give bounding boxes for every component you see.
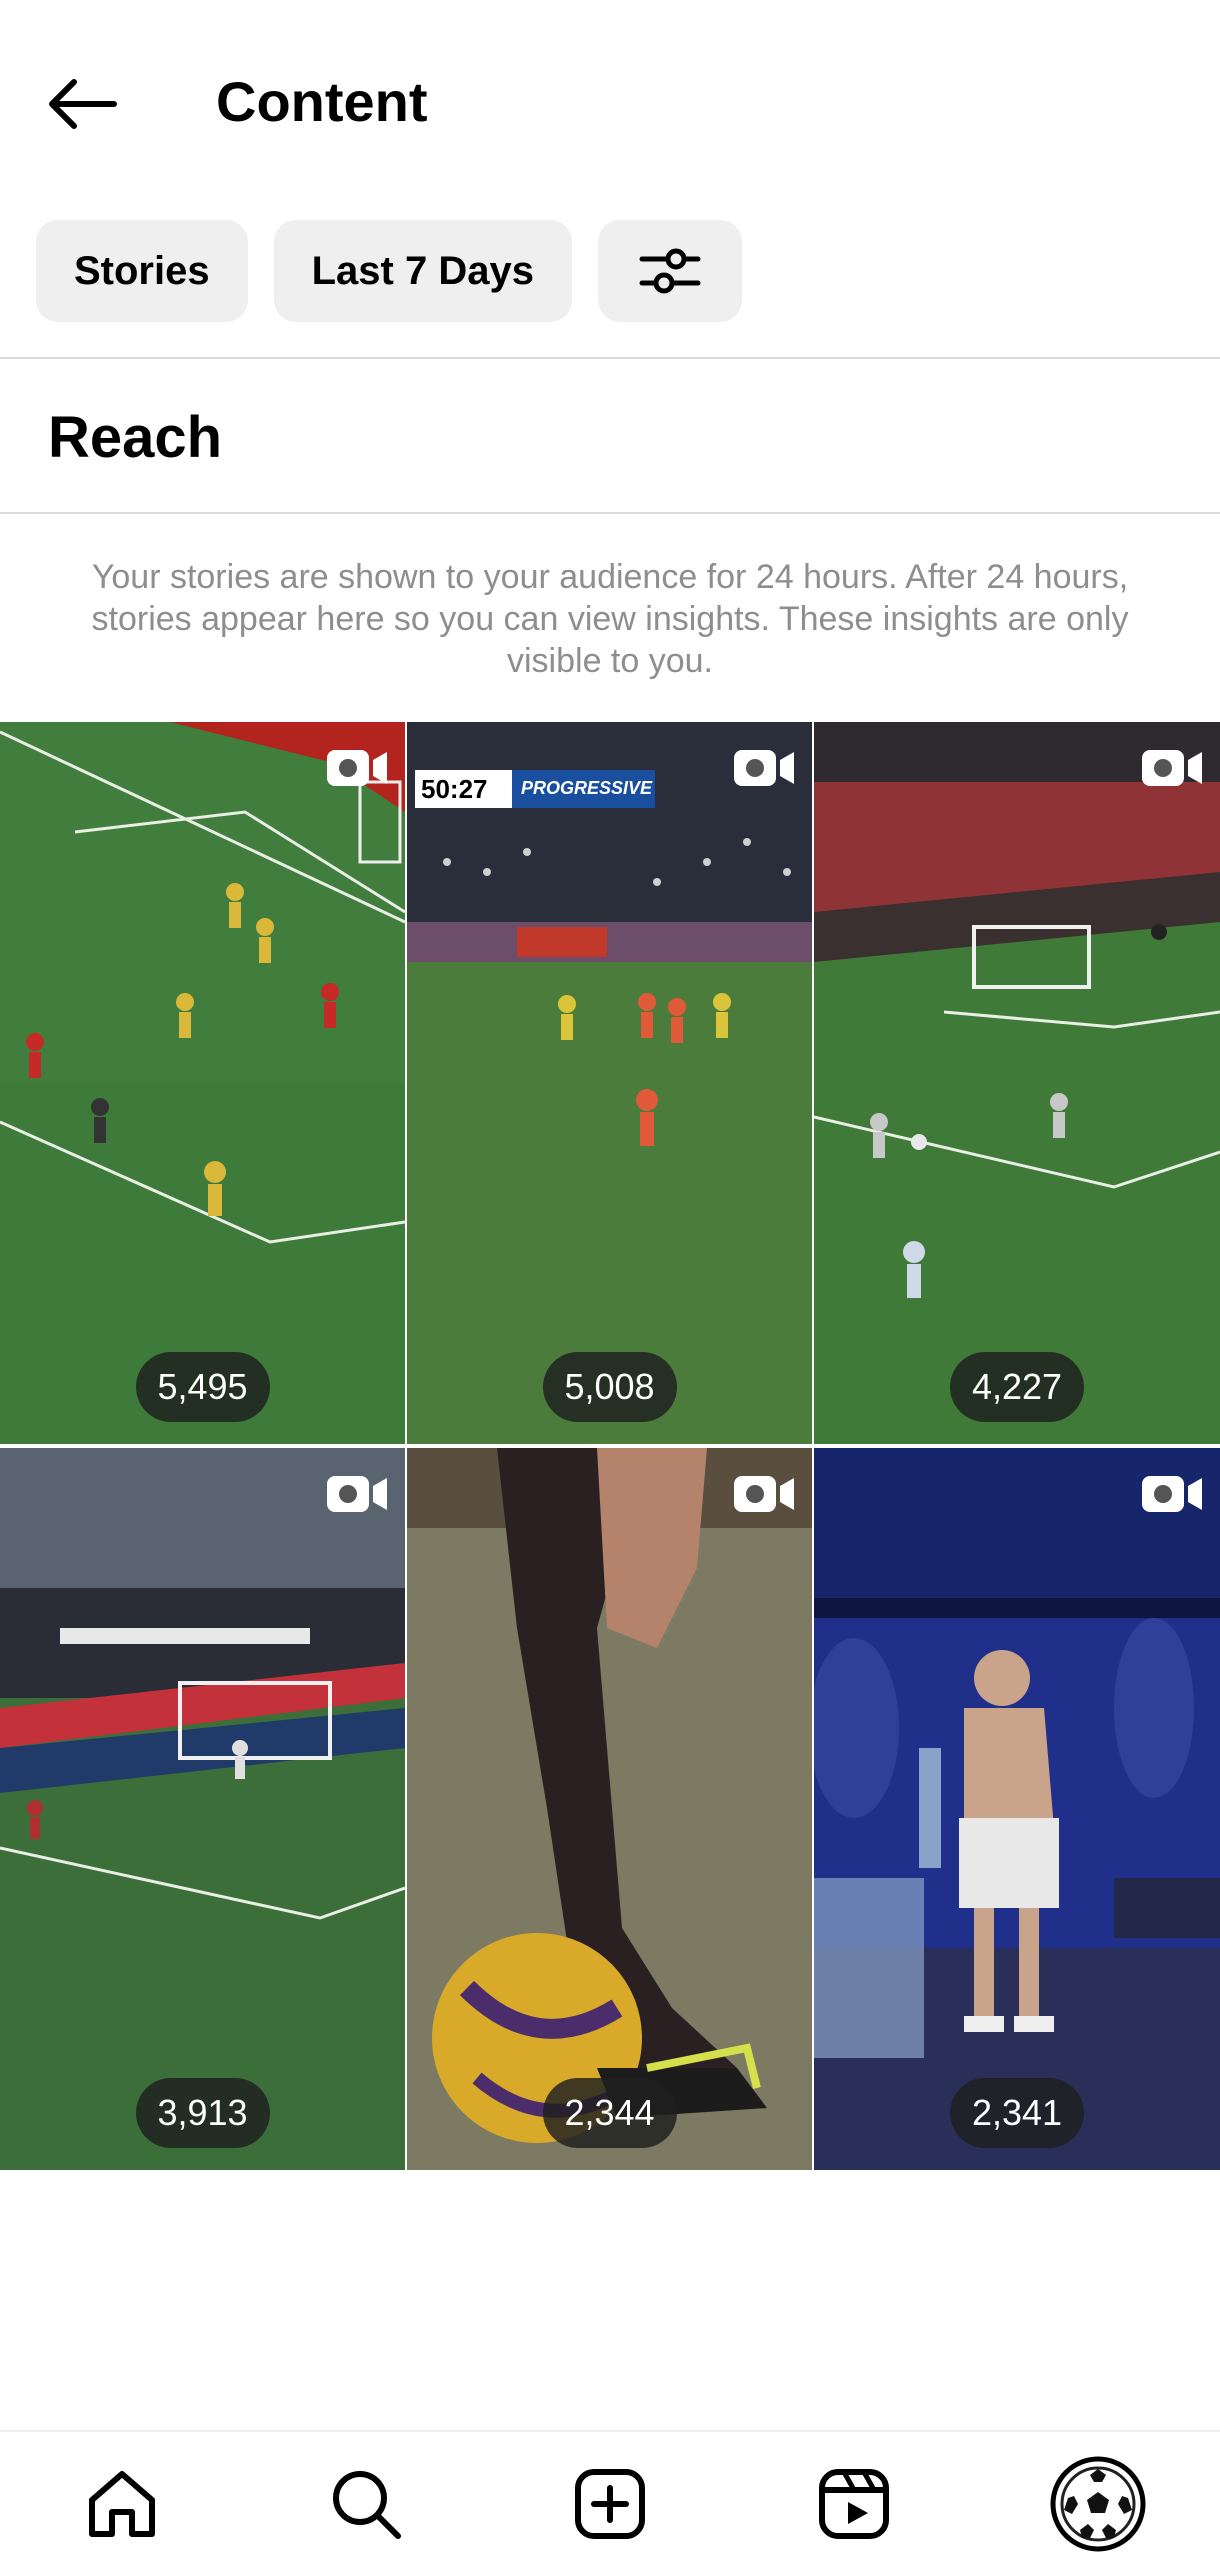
stories-grid: 5,495 50:27 PROGRESSIVE 5,008 4,227 3,91…: [0, 722, 1220, 2170]
bottom-nav: [0, 2430, 1220, 2574]
scoreboard-sponsor: PROGRESSIVE: [521, 778, 653, 798]
reach-count-badge: 5,008: [542, 1352, 677, 1422]
nav-home[interactable]: [78, 2460, 166, 2548]
story-tile[interactable]: 4,227: [814, 722, 1220, 1444]
reach-count-badge: 2,344: [542, 2078, 677, 2148]
nav-create[interactable]: [566, 2460, 654, 2548]
filter-settings-button[interactable]: [597, 220, 742, 322]
sliders-icon: [639, 248, 701, 294]
reach-count-badge: 2,341: [950, 2078, 1084, 2148]
date-range-chip[interactable]: Last 7 Days: [273, 220, 572, 322]
video-camera-icon: [1142, 750, 1202, 786]
video-camera-icon: [734, 1476, 794, 1512]
back-button[interactable]: [44, 64, 124, 144]
story-thumbnail: [407, 1448, 812, 2170]
nav-reels[interactable]: [810, 2460, 898, 2548]
filter-bar: Stories Last 7 Days: [36, 220, 742, 322]
plus-square-icon: [575, 2469, 645, 2539]
divider: [0, 512, 1220, 514]
story-thumbnail: [814, 1448, 1220, 2170]
home-icon: [89, 2471, 155, 2537]
nav-search[interactable]: [322, 2460, 410, 2548]
story-tile[interactable]: 50:27 PROGRESSIVE 5,008: [407, 722, 812, 1444]
divider: [0, 357, 1220, 359]
reach-count-badge: 5,495: [135, 1352, 270, 1422]
story-tile[interactable]: 5,495: [0, 722, 405, 1444]
reach-count-badge: 4,227: [950, 1352, 1084, 1422]
video-camera-icon: [327, 750, 387, 786]
story-thumbnail: [0, 722, 405, 1444]
top-bar: Content: [0, 0, 1220, 200]
story-thumbnail: [0, 1448, 405, 2170]
search-icon: [333, 2471, 401, 2539]
story-tile[interactable]: 3,913: [0, 1448, 405, 2170]
profile-avatar: [1050, 2456, 1146, 2552]
nav-profile[interactable]: [1050, 2456, 1146, 2552]
reels-icon: [819, 2469, 889, 2539]
stories-info-text: Your stories are shown to your audience …: [91, 558, 1129, 680]
section-title: Reach: [48, 405, 223, 470]
reach-count-badge: 3,913: [135, 2078, 270, 2148]
story-thumbnail: [814, 722, 1220, 1444]
story-tile[interactable]: 2,341: [814, 1448, 1220, 2170]
video-camera-icon: [734, 750, 794, 786]
story-thumbnail: [407, 722, 812, 1444]
stories-filter-chip[interactable]: Stories: [36, 220, 248, 322]
scoreboard-time: 50:27: [421, 774, 488, 804]
arrow-left-icon: [49, 79, 117, 129]
video-camera-icon: [1142, 1476, 1202, 1512]
story-tile[interactable]: 2,344: [407, 1448, 812, 2170]
video-camera-icon: [327, 1476, 387, 1512]
page-title: Content: [216, 70, 428, 133]
